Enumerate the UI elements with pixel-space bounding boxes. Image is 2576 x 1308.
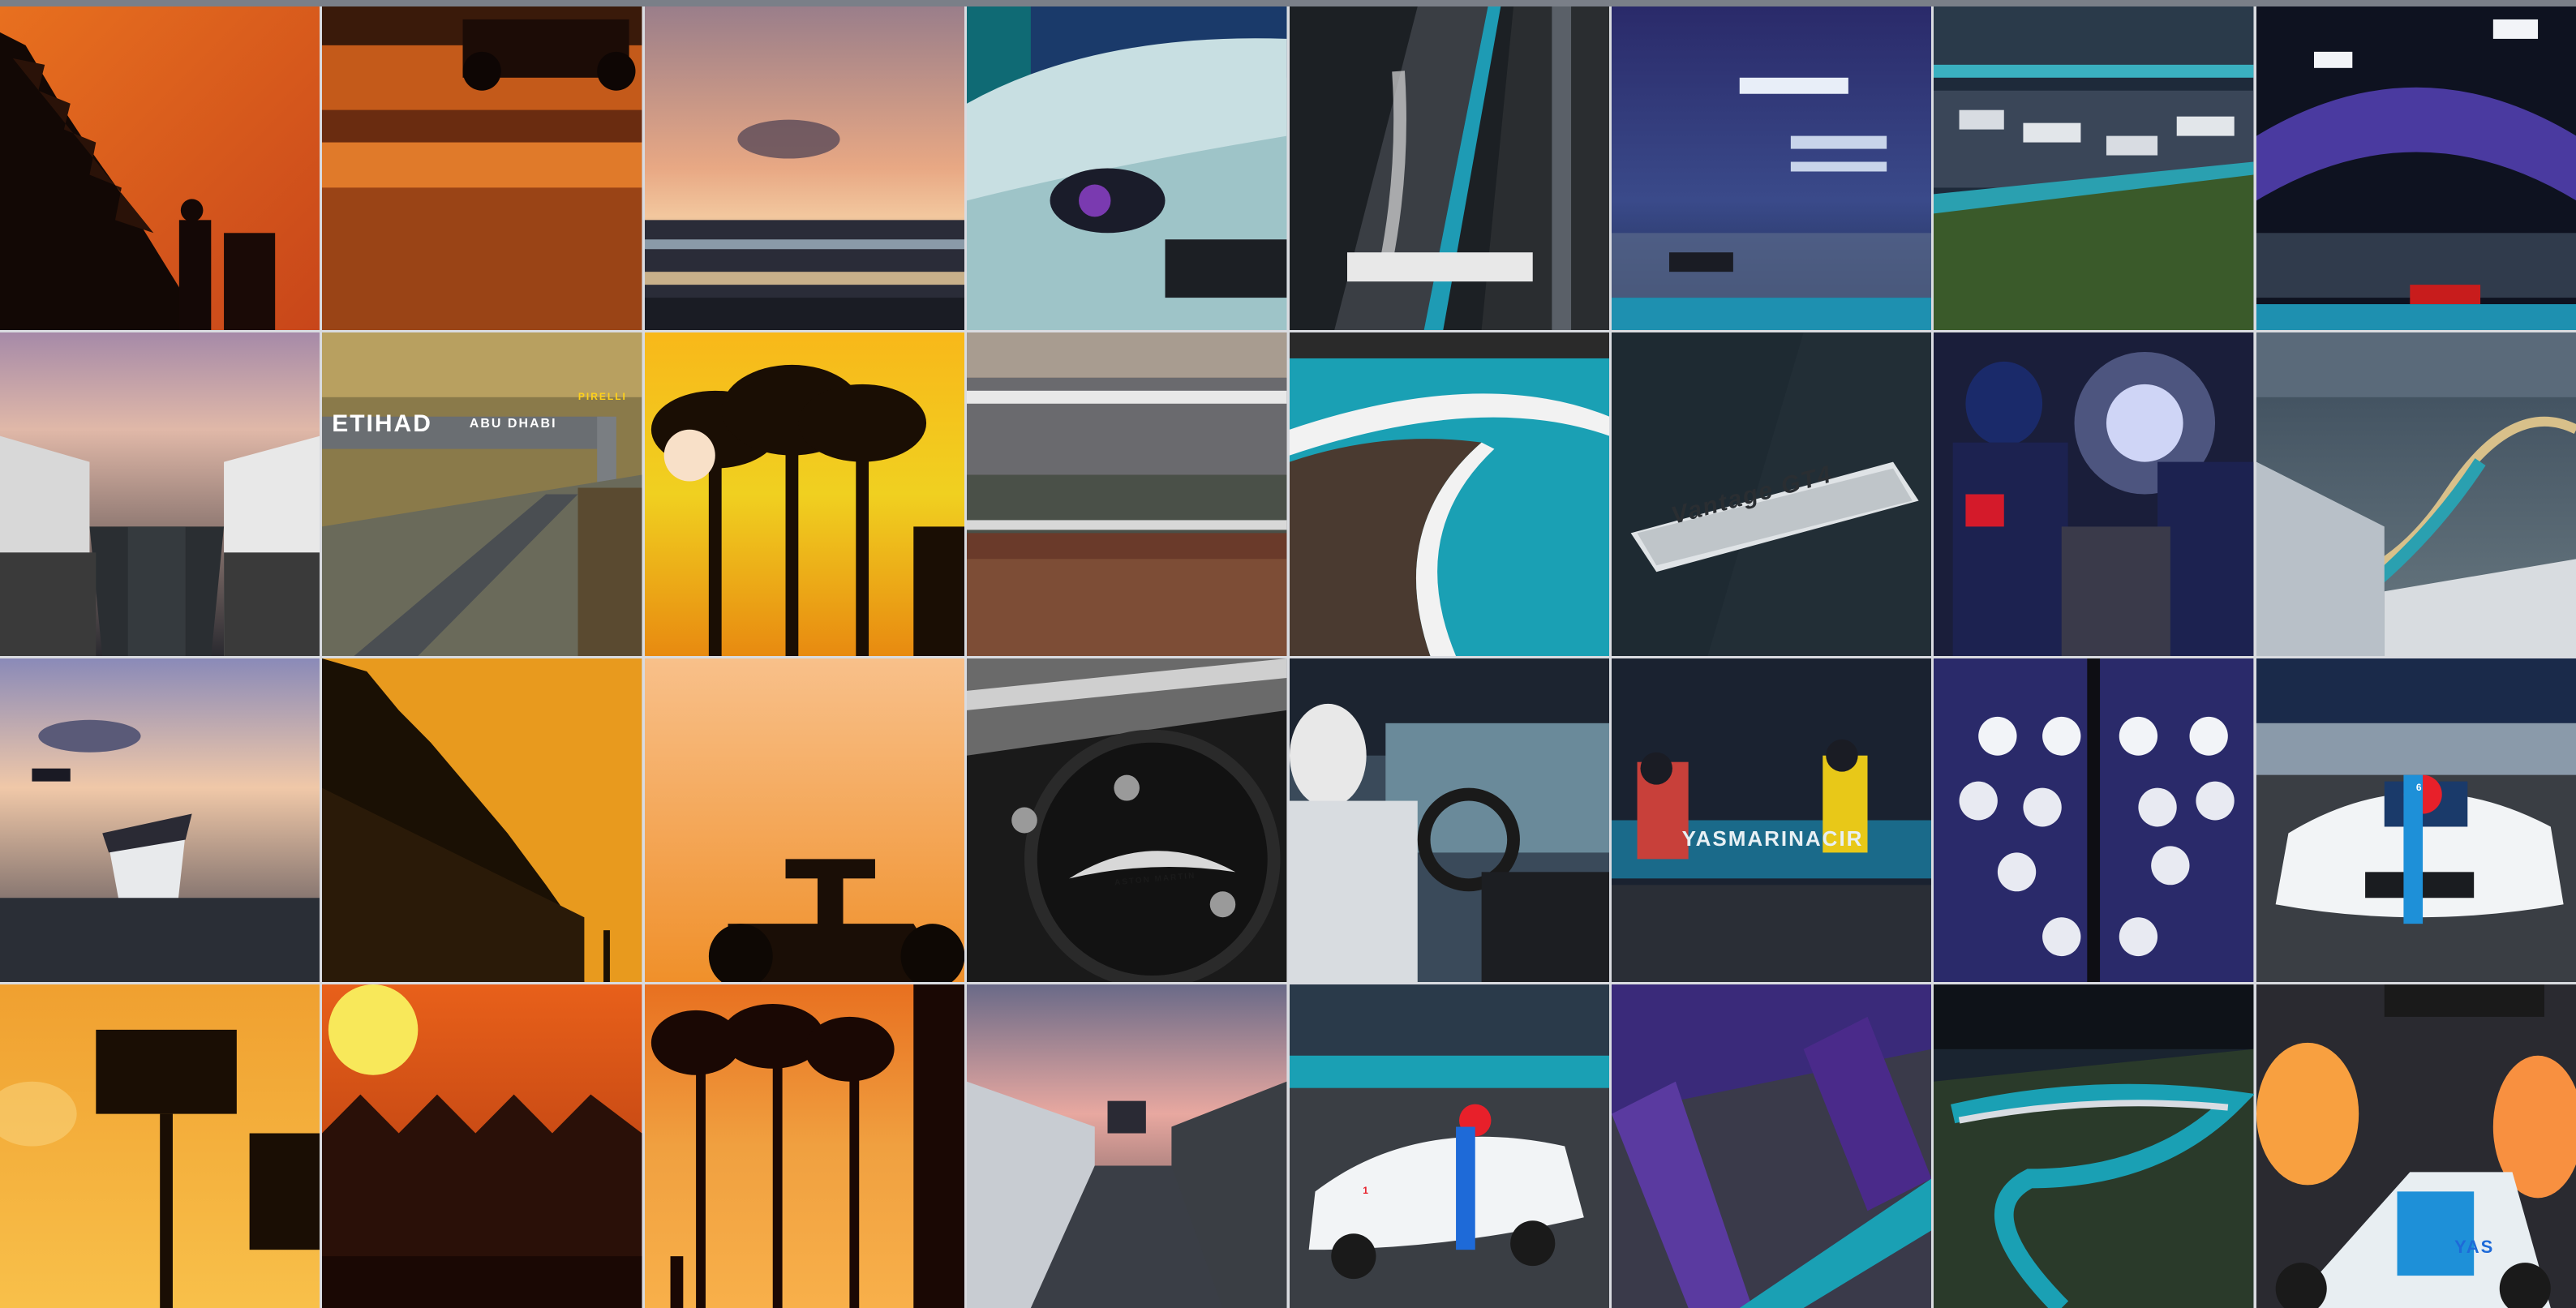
photo-pit-straight-tower [967, 984, 1287, 1308]
photo-driver-celebration [1934, 332, 2254, 656]
photo-f1-car-sunset [322, 6, 642, 330]
photo-grandstand-silhouette [0, 6, 320, 330]
photo-palms-sunset [644, 332, 965, 656]
photo-floodlight-towers [0, 984, 320, 1308]
photo-sports-car-headlight [967, 6, 1287, 330]
photo-purple-structure [1611, 984, 1932, 1308]
photo-helicopter-tower [0, 658, 320, 982]
car-number-6: 6 [2415, 781, 2424, 793]
photo-wheel-hub-logo: ASTON MARTIN [967, 658, 1287, 982]
photo-dusk-circuit [644, 6, 965, 330]
photo-marina-night [1934, 6, 2254, 330]
photo-start-gantry: ETIHAD ABU DHABI PIRELLI [322, 332, 642, 656]
photo-white-race-car: 6 [2256, 658, 2576, 982]
photo-curb-closeup [1289, 332, 1609, 656]
yas-livery-text: YAS [2454, 1237, 2495, 1258]
yas-marina-banner-text: YASMARINACIR [1681, 826, 1864, 851]
photo-dragster-flames: YAS [2256, 984, 2576, 1308]
photo-motion-blur-night [1611, 6, 1932, 330]
photo-circuit-aerial-night [1934, 984, 2254, 1308]
pirelli-text: PIRELLI [577, 390, 627, 402]
photo-driver-cockpit [1289, 658, 1609, 982]
photo-floodlight-cluster [1934, 658, 2254, 982]
photo-carbon-badge: Vantage GT4 [1611, 332, 1932, 656]
photo-circuit-aerial-dusk [2256, 332, 2576, 656]
photo-palms-people [644, 984, 965, 1308]
top-strip [0, 0, 2576, 6]
photo-canopy-red-car [2256, 6, 2576, 330]
photo-collage-grid: ETIHAD ABU DHABI PIRELLI Vantage GT4 AST… [0, 6, 2576, 1308]
photo-pit-straight-dusk [0, 332, 320, 656]
abu-dhabi-text: ABU DHABI [469, 416, 557, 431]
photo-f1-silhouette [644, 658, 965, 982]
photo-grandstand-roof [322, 658, 642, 982]
car-number-1: 1 [1363, 1185, 1370, 1197]
photo-race-car-cornering: 1 [1289, 984, 1609, 1308]
photo-crowded-grandstand [967, 332, 1287, 656]
photo-race-start-aerial [1289, 6, 1609, 330]
photo-flags-sun [322, 984, 642, 1308]
etihad-banner-text: ETIHAD [332, 410, 432, 437]
photo-motocross-jumps: YASMARINACIR [1611, 658, 1932, 982]
